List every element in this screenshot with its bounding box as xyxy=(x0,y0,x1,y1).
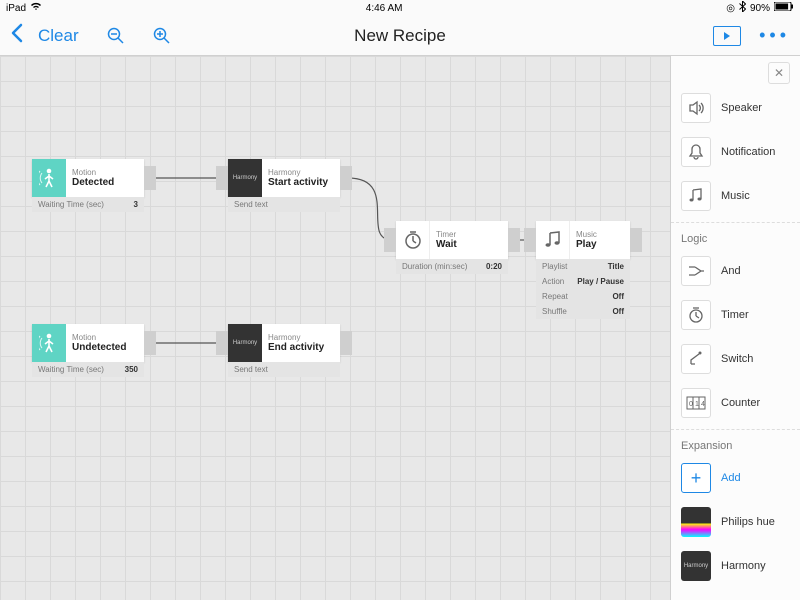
node-label: Play xyxy=(576,239,624,250)
sidebar-item-speaker[interactable]: Speaker xyxy=(671,86,800,130)
sidebar-label: Philips hue xyxy=(721,516,775,528)
more-button[interactable]: ••• xyxy=(759,25,790,46)
speaker-icon xyxy=(681,93,711,123)
sidebar-label: Add xyxy=(721,472,741,484)
sidebar-item-timer[interactable]: Timer xyxy=(671,293,800,337)
port-out[interactable] xyxy=(144,166,156,190)
sidebar-label: And xyxy=(721,265,741,277)
bell-icon xyxy=(681,137,711,167)
port-out[interactable] xyxy=(144,331,156,355)
sidebar-label: Harmony xyxy=(721,560,766,572)
port-in[interactable] xyxy=(216,166,228,190)
sidebar-item-switch[interactable]: Switch xyxy=(671,337,800,381)
node-label: Detected xyxy=(72,177,138,188)
port-in[interactable] xyxy=(524,228,536,252)
counter-icon: 014 xyxy=(681,388,711,418)
svg-text:4: 4 xyxy=(701,401,705,408)
node-harmony-start[interactable]: Harmony Harmony Start activity Send text xyxy=(228,159,340,212)
node-category: Timer xyxy=(436,230,502,239)
port-out[interactable] xyxy=(508,228,520,252)
plus-icon: + xyxy=(681,463,711,493)
clear-button[interactable]: Clear xyxy=(38,26,79,46)
node-music-play[interactable]: Music Play PlaylistTitle ActionPlay / Pa… xyxy=(536,221,630,319)
status-time: 4:46 AM xyxy=(42,3,726,14)
switch-icon xyxy=(681,344,711,374)
sidebar-item-add-expansion[interactable]: + Add xyxy=(671,456,800,500)
svg-text:1: 1 xyxy=(695,401,699,408)
sidebar-label: Notification xyxy=(721,146,775,158)
sidebar-item-music[interactable]: Music xyxy=(671,174,800,218)
port-out[interactable] xyxy=(630,228,642,252)
motion-icon xyxy=(32,324,66,362)
timer-icon xyxy=(681,300,711,330)
sidebar: ✕ Speaker Notification Music Logic And T… xyxy=(670,56,800,600)
sidebar-label: Music xyxy=(721,190,750,202)
toolbar: Clear New Recipe ••• xyxy=(0,16,800,56)
zoom-in-button[interactable] xyxy=(153,27,171,45)
status-bar: iPad 4:46 AM ◎ 90% xyxy=(0,0,800,16)
port-out[interactable] xyxy=(340,331,352,355)
timer-icon xyxy=(396,221,430,259)
sidebar-header-expansion: Expansion xyxy=(671,429,800,456)
sidebar-label: Timer xyxy=(721,309,749,321)
music-icon xyxy=(681,181,711,211)
sidebar-label: Switch xyxy=(721,353,753,365)
sidebar-item-notification[interactable]: Notification xyxy=(671,130,800,174)
sidebar-close-button[interactable]: ✕ xyxy=(768,62,790,84)
bluetooth-icon xyxy=(739,1,746,15)
location-icon: ◎ xyxy=(726,3,735,14)
run-recipe-button[interactable] xyxy=(713,26,741,46)
node-label: End activity xyxy=(268,342,334,353)
harmony-icon: Harmony xyxy=(228,159,262,197)
and-icon xyxy=(681,256,711,286)
node-category: Music xyxy=(576,230,624,239)
node-label: Undetected xyxy=(72,342,138,353)
back-button[interactable] xyxy=(10,23,24,49)
svg-text:0: 0 xyxy=(689,401,693,408)
port-in[interactable] xyxy=(384,228,396,252)
port-out[interactable] xyxy=(340,166,352,190)
sidebar-header-logic: Logic xyxy=(671,222,800,249)
node-motion-detected[interactable]: Motion Detected Waiting Time (sec)3 xyxy=(32,159,144,212)
harmony-icon: Harmony xyxy=(681,551,711,581)
port-in[interactable] xyxy=(216,331,228,355)
hue-icon xyxy=(681,507,711,537)
sidebar-label: Speaker xyxy=(721,102,762,114)
node-harmony-end[interactable]: Harmony Harmony End activity Send text xyxy=(228,324,340,377)
battery-icon xyxy=(774,2,794,14)
node-category: Harmony xyxy=(268,333,334,342)
wifi-icon xyxy=(30,2,42,14)
motion-icon xyxy=(32,159,66,197)
sidebar-item-and[interactable]: And xyxy=(671,249,800,293)
node-category: Motion xyxy=(72,333,138,342)
harmony-icon: Harmony xyxy=(228,324,262,362)
node-label: Start activity xyxy=(268,177,334,188)
battery-percent: 90% xyxy=(750,3,770,14)
sidebar-item-counter[interactable]: 014 Counter xyxy=(671,381,800,425)
recipe-canvas[interactable]: Motion Detected Waiting Time (sec)3 Harm… xyxy=(0,56,670,600)
zoom-out-button[interactable] xyxy=(107,27,125,45)
sidebar-item-harmony[interactable]: Harmony Harmony xyxy=(671,544,800,588)
sidebar-label: Counter xyxy=(721,397,760,409)
sidebar-item-philips-hue[interactable]: Philips hue xyxy=(671,500,800,544)
music-icon xyxy=(536,221,570,259)
node-timer-wait[interactable]: Timer Wait Duration (min:sec)0:20 xyxy=(396,221,508,274)
node-category: Harmony xyxy=(268,168,334,177)
device-label: iPad xyxy=(6,3,26,14)
node-category: Motion xyxy=(72,168,138,177)
node-label: Wait xyxy=(436,239,502,250)
node-motion-undetected[interactable]: Motion Undetected Waiting Time (sec)350 xyxy=(32,324,144,377)
